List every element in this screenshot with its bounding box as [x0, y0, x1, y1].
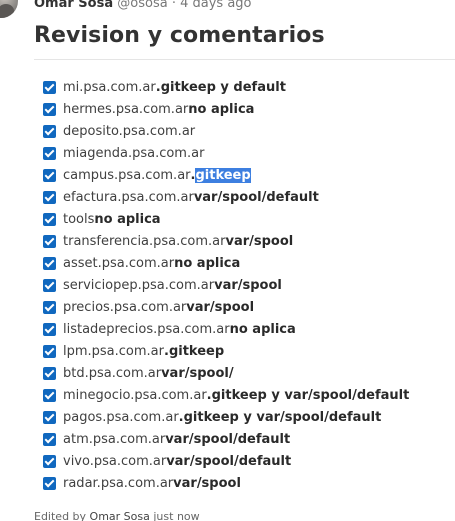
task-item: serviciopep.psa.com.ar var/spool	[42, 274, 409, 296]
task-note: no aplica	[174, 255, 241, 271]
task-note: .gitkeep	[164, 343, 225, 359]
task-host: serviciopep.psa.com.ar	[63, 277, 215, 293]
task-item: miagenda.psa.com.ar	[42, 142, 409, 164]
task-note: .gitkeep	[191, 167, 251, 183]
comment-title: Revision y comentarios	[34, 23, 325, 48]
task-checkbox[interactable]	[43, 322, 56, 336]
task-note: .gitkeep y var/spool/default	[206, 387, 410, 403]
task-item: lpm.psa.com.ar .gitkeep	[42, 340, 409, 362]
task-checkbox[interactable]	[43, 476, 56, 490]
task-note: var/spool/default	[166, 453, 292, 469]
task-note: .gitkeep y default	[155, 79, 286, 95]
task-note: var/spool	[186, 299, 255, 315]
task-host: campus.psa.com.ar	[63, 167, 191, 183]
task-checkbox[interactable]	[43, 190, 56, 204]
task-item: campus.psa.com.ar .gitkeep	[42, 164, 409, 186]
task-list: mi.psa.com.ar .gitkeep y default hermes.p…	[42, 76, 409, 494]
task-checkbox[interactable]	[43, 454, 56, 468]
task-checkbox[interactable]	[43, 300, 56, 314]
edited-prefix: Edited by	[34, 510, 90, 521]
task-checkbox[interactable]	[43, 234, 56, 248]
task-host: pagos.psa.com.ar	[63, 409, 179, 425]
task-host: miagenda.psa.com.ar	[63, 145, 205, 161]
task-checkbox[interactable]	[43, 168, 56, 182]
task-checkbox[interactable]	[43, 410, 56, 424]
task-item: hermes.psa.com.ar no aplica	[42, 98, 409, 120]
task-item: precios.psa.com.ar var/spool	[42, 296, 409, 318]
author-handle[interactable]: @ososa	[117, 0, 167, 11]
task-note: .gitkeep y var/spool/default	[178, 409, 382, 425]
task-host: efactura.psa.com.ar	[63, 189, 194, 205]
task-checkbox[interactable]	[43, 366, 56, 380]
task-checkbox[interactable]	[43, 80, 56, 94]
task-item: transferencia.psa.com.ar var/spool	[42, 230, 409, 252]
task-host: transferencia.psa.com.ar	[63, 233, 226, 249]
task-item: mi.psa.com.ar .gitkeep y default	[42, 76, 409, 98]
task-host: tools	[63, 211, 95, 227]
task-host: mi.psa.com.ar	[63, 79, 156, 95]
task-note: var/spool/default	[165, 431, 291, 447]
task-item: minegocio.psa.com.ar .gitkeep y var/spoo…	[42, 384, 409, 406]
selected-text: gitkeep	[195, 167, 251, 183]
task-host: vivo.psa.com.ar	[63, 453, 167, 469]
task-note: var/spool/default	[193, 189, 319, 205]
task-host: minegocio.psa.com.ar	[63, 387, 207, 403]
comment-timestamp[interactable]: 4 days ago	[180, 0, 251, 11]
author-name[interactable]: Omar Sosa	[34, 0, 113, 11]
edited-suffix: just now	[149, 510, 200, 521]
task-note: no aplica	[188, 101, 255, 117]
task-item: tools no aplica	[42, 208, 409, 230]
task-host: deposito.psa.com.ar	[63, 123, 196, 139]
task-item: deposito.psa.com.ar	[42, 120, 409, 142]
task-note: no aplica	[229, 321, 296, 337]
meta-separator: ·	[167, 0, 181, 11]
task-checkbox[interactable]	[43, 432, 56, 446]
edited-note: Edited by Omar Sosa just now	[34, 510, 200, 521]
task-checkbox[interactable]	[43, 388, 56, 402]
task-note: var/spool	[214, 277, 282, 293]
task-checkbox[interactable]	[43, 124, 56, 138]
task-note: var/spool/	[161, 365, 234, 381]
task-checkbox[interactable]	[43, 212, 56, 226]
title-divider	[34, 59, 455, 60]
task-note: var/spool	[173, 475, 241, 491]
task-item: vivo.psa.com.ar var/spool/default	[42, 450, 409, 472]
task-note: no aplica	[94, 211, 161, 227]
task-item: radar.psa.com.ar var/spool	[42, 472, 409, 494]
comment-header: Omar Sosa @ososa · 4 days ago	[34, 0, 252, 12]
task-checkbox[interactable]	[43, 256, 56, 270]
task-item: asset.psa.com.ar no aplica	[42, 252, 409, 274]
task-host: precios.psa.com.ar	[63, 299, 187, 315]
task-host: hermes.psa.com.ar	[63, 101, 189, 117]
task-checkbox[interactable]	[43, 102, 56, 116]
task-item: listadeprecios.psa.com.ar no aplica	[42, 318, 409, 340]
edited-by-link[interactable]: Omar Sosa	[90, 510, 150, 521]
task-item: pagos.psa.com.ar .gitkeep y var/spool/de…	[42, 406, 409, 428]
task-checkbox[interactable]	[43, 278, 56, 292]
avatar[interactable]	[0, 0, 18, 18]
task-host: lpm.psa.com.ar	[63, 343, 164, 359]
comment-card: Omar Sosa @ososa · 4 days ago Revision y…	[0, 0, 455, 521]
task-checkbox[interactable]	[43, 344, 56, 358]
task-note: var/spool	[225, 233, 294, 249]
task-host: listadeprecios.psa.com.ar	[63, 321, 230, 337]
task-host: asset.psa.com.ar	[63, 255, 175, 271]
task-host: btd.psa.com.ar	[63, 365, 162, 381]
task-host: radar.psa.com.ar	[63, 475, 174, 491]
task-item: efactura.psa.com.ar var/spool/default	[42, 186, 409, 208]
task-item: atm.psa.com.ar var/spool/default	[42, 428, 409, 450]
task-checkbox[interactable]	[43, 146, 56, 160]
task-host: atm.psa.com.ar	[63, 431, 166, 447]
task-item: btd.psa.com.ar var/spool/	[42, 362, 409, 384]
